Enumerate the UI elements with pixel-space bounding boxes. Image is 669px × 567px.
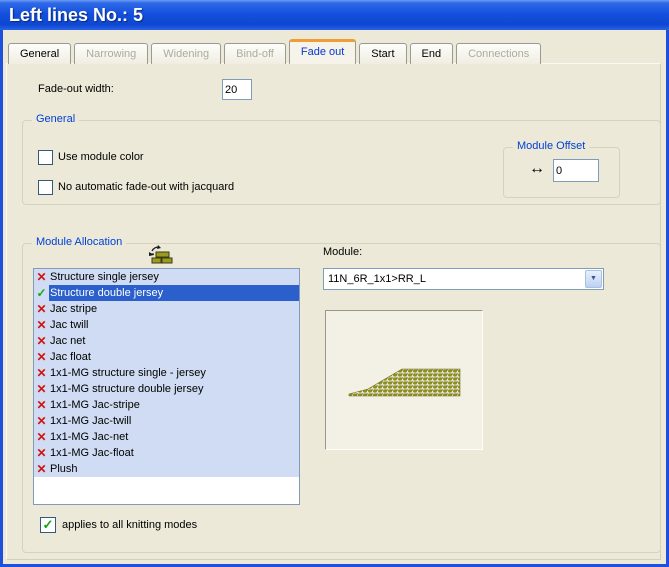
- module-list-item-label: 1x1-MG structure single - jersey: [49, 365, 299, 381]
- module-list-item-label: Structure double jersey: [49, 285, 299, 301]
- not-assigned-x-icon: ✕: [34, 429, 49, 445]
- module-list-item[interactable]: ✕1x1-MG Jac-stripe: [34, 397, 299, 413]
- tab-bind-off: Bind-off: [224, 43, 286, 64]
- fade-out-width-label: Fade-out width:: [38, 83, 114, 95]
- not-assigned-x-icon: ✕: [34, 381, 49, 397]
- tab-connections: Connections: [456, 43, 541, 64]
- module-combobox[interactable]: 11N_6R_1x1>RR_L ▼: [323, 268, 604, 290]
- module-offset-group-title: Module Offset: [513, 140, 589, 152]
- chevron-down-icon[interactable]: ▼: [585, 270, 602, 288]
- applies-to-all-modes-checkbox[interactable]: ✓: [40, 517, 56, 533]
- module-list-item[interactable]: ✓Structure double jersey: [34, 285, 299, 301]
- module-allocation-group-title: Module Allocation: [32, 236, 126, 248]
- module-list-item-label: 1x1-MG Jac-twill: [49, 413, 299, 429]
- module-list-item-label: 1x1-MG structure double jersey: [49, 381, 299, 397]
- tab-start[interactable]: Start: [359, 43, 406, 64]
- module-list-item[interactable]: ✕Structure single jersey: [34, 269, 299, 285]
- not-assigned-x-icon: ✕: [34, 269, 49, 285]
- tab-fade-out[interactable]: Fade out: [289, 39, 356, 64]
- module-list-item[interactable]: ✕1x1-MG Jac-float: [34, 445, 299, 461]
- tab-general[interactable]: General: [8, 43, 71, 64]
- assigned-check-icon: ✓: [34, 285, 49, 301]
- module-offset-input[interactable]: [553, 159, 599, 182]
- dialog-window: Left lines No.: 5 GeneralNarrowingWideni…: [0, 0, 669, 567]
- window-title: Left lines No.: 5: [9, 5, 143, 25]
- module-list-item-label: Structure single jersey: [49, 269, 299, 285]
- module-list-item[interactable]: ✕Jac twill: [34, 317, 299, 333]
- tab-bar: GeneralNarrowingWideningBind-offFade out…: [8, 39, 541, 64]
- knitting-pattern-preview-image: [348, 365, 463, 399]
- module-label: Module:: [323, 246, 362, 258]
- window-border-left: [0, 30, 3, 567]
- tab-widening: Widening: [151, 43, 221, 64]
- module-list-item-label: 1x1-MG Jac-net: [49, 429, 299, 445]
- module-list-item[interactable]: ✕1x1-MG Jac-twill: [34, 413, 299, 429]
- use-module-color-checkbox[interactable]: [38, 150, 53, 165]
- module-list-item[interactable]: ✕1x1-MG structure double jersey: [34, 381, 299, 397]
- module-list-item-label: 1x1-MG Jac-stripe: [49, 397, 299, 413]
- module-list-item-label: 1x1-MG Jac-float: [49, 445, 299, 461]
- module-list-item-label: Jac stripe: [49, 301, 299, 317]
- no-automatic-fade-out-checkbox[interactable]: [38, 180, 53, 195]
- not-assigned-x-icon: ✕: [34, 317, 49, 333]
- horizontal-arrow-icon: ↔: [529, 160, 545, 178]
- general-group-title: General: [32, 113, 79, 125]
- not-assigned-x-icon: ✕: [34, 413, 49, 429]
- module-list-item[interactable]: ✕1x1-MG Jac-net: [34, 429, 299, 445]
- module-list-item-label: Jac net: [49, 333, 299, 349]
- no-automatic-fade-out-label: No automatic fade-out with jacquard: [58, 181, 234, 193]
- not-assigned-x-icon: ✕: [34, 397, 49, 413]
- not-assigned-x-icon: ✕: [34, 333, 49, 349]
- use-module-color-label: Use module color: [58, 151, 144, 163]
- module-list-item-label: Jac twill: [49, 317, 299, 333]
- module-list-item[interactable]: ✕Jac float: [34, 349, 299, 365]
- module-bricks-icon: [145, 244, 173, 267]
- module-list-item[interactable]: ✕Jac net: [34, 333, 299, 349]
- fade-out-width-input[interactable]: [222, 79, 252, 100]
- not-assigned-x-icon: ✕: [34, 461, 49, 477]
- module-list-item-label: Jac float: [49, 349, 299, 365]
- tab-end[interactable]: End: [410, 43, 454, 64]
- module-combobox-value: 11N_6R_1x1>RR_L: [328, 269, 426, 289]
- not-assigned-x-icon: ✕: [34, 365, 49, 381]
- module-list-item[interactable]: ✕Jac stripe: [34, 301, 299, 317]
- tab-narrowing: Narrowing: [74, 43, 148, 64]
- not-assigned-x-icon: ✕: [34, 445, 49, 461]
- not-assigned-x-icon: ✕: [34, 349, 49, 365]
- not-assigned-x-icon: ✕: [34, 301, 49, 317]
- module-list-item-label: Plush: [49, 461, 299, 477]
- module-preview-box: [325, 310, 483, 450]
- module-list-item[interactable]: ✕Plush: [34, 461, 299, 477]
- titlebar: Left lines No.: 5: [0, 0, 669, 30]
- module-list-item[interactable]: ✕1x1-MG structure single - jersey: [34, 365, 299, 381]
- module-list[interactable]: ✕Structure single jersey✓Structure doubl…: [33, 268, 300, 505]
- module-explorer-button[interactable]: [145, 244, 173, 267]
- applies-to-all-modes-label: applies to all knitting modes: [62, 519, 197, 531]
